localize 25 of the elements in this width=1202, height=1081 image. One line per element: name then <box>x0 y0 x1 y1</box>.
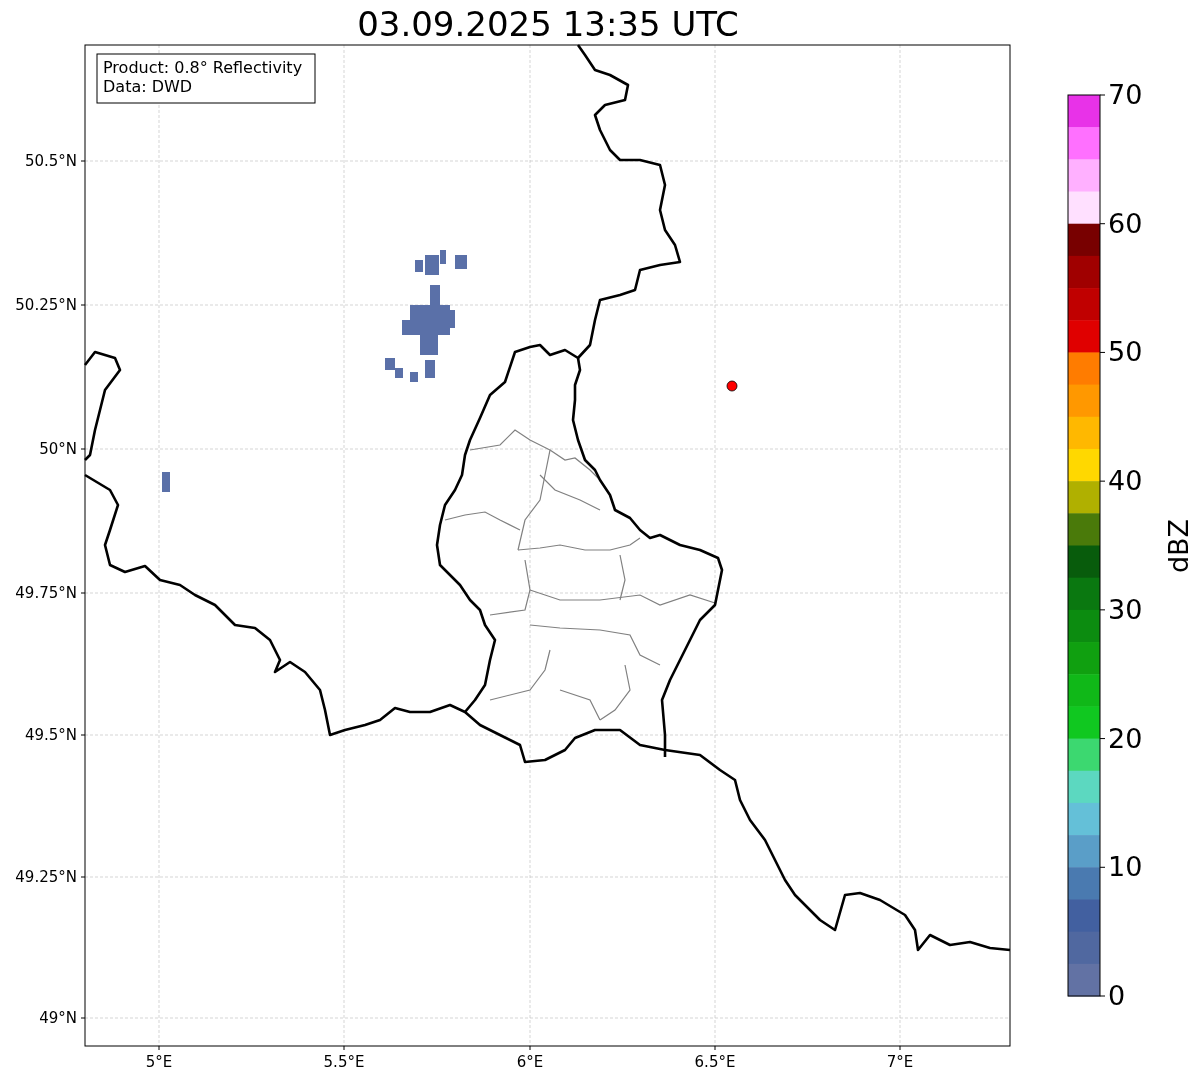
y-axis-tick-label: 49°N <box>39 1009 77 1027</box>
x-axis-tick-label: 6°E <box>516 1053 544 1071</box>
x-axis-tick-label: 5.5°E <box>323 1053 365 1071</box>
radar-site-marker <box>726 380 738 392</box>
y-axis-tick-label: 49.25°N <box>15 868 77 886</box>
colorbar-tick-label: 40 <box>1108 465 1143 497</box>
y-axis-tick-label: 50°N <box>39 440 77 458</box>
y-axis-tick-label: 50.5°N <box>24 152 77 170</box>
colorbar-tick-label: 10 <box>1108 851 1143 883</box>
colorbar-tick-label: 30 <box>1108 593 1143 625</box>
colorbar-tick-label: 60 <box>1108 207 1143 239</box>
colorbar-tick-label: 20 <box>1108 722 1143 754</box>
colorbar-tick-label: 50 <box>1108 336 1143 368</box>
colorbar-tick-label: 0 <box>1108 980 1126 1011</box>
y-axis-tick-label: 49.5°N <box>24 726 77 744</box>
x-axis-tick-label: 7°E <box>886 1053 914 1071</box>
colorbar-tick-label: 70 <box>1108 79 1143 110</box>
colorbar-label: dBZ <box>1163 518 1194 574</box>
x-axis-tick-label: 6.5°E <box>694 1053 736 1071</box>
chart-title: 03.09.2025 13:35 UTC <box>357 4 739 44</box>
y-axis-tick-label: 50.25°N <box>15 296 77 314</box>
x-axis-tick-label: 5°E <box>145 1053 173 1071</box>
y-axis-tick-label: 49.75°N <box>15 584 77 602</box>
info-text: Product: 0.8° Reflectivity <box>103 58 303 77</box>
info-text: Data: DWD <box>103 77 193 96</box>
